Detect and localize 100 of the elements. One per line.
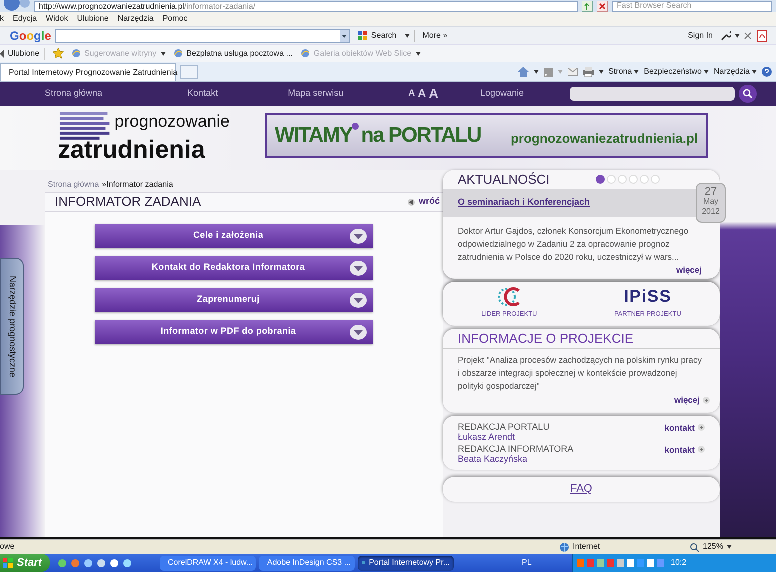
login-link[interactable]: Logowanie (480, 87, 524, 101)
wrench-icon[interactable] (721, 30, 731, 40)
plus-icon (698, 446, 705, 454)
command-menu[interactable]: Bezpieczeństwo (644, 66, 709, 78)
new-tab-button[interactable] (180, 65, 198, 79)
contact-link[interactable]: kontakt (664, 444, 705, 456)
command-menu[interactable]: Strona (608, 66, 640, 78)
project-text: Projekt "Analiza procesów zachodzących na polskim rynku pracy i obszarze integracji społecznej w kontekście prowadzonej polityki gospodarczej" (457, 354, 703, 393)
menu-item[interactable]: Widok (46, 13, 68, 25)
star-icon[interactable] (52, 48, 64, 59)
search-field[interactable]: Fast Browser Search (612, 0, 772, 12)
start-button[interactable]: Start (0, 554, 50, 572)
contact-link[interactable]: kontakt (664, 422, 705, 434)
banner-url: prognozowaniezatrudnienia.pl (510, 130, 698, 148)
taskbar-button[interactable]: Adobe InDesign CS3 ... (259, 556, 355, 570)
breadcrumb-link[interactable]: Strona główna (48, 179, 100, 191)
logo-text: zatrudnienia (58, 138, 206, 162)
back-icon[interactable] (4, 0, 30, 12)
status-text: owe (0, 541, 16, 553)
accordion-button[interactable]: Informator w PDF do pobrania (95, 320, 373, 344)
chevron-down-icon (350, 260, 367, 276)
favorite-link[interactable]: Bezpłatna usługa pocztowa ... (174, 48, 293, 60)
menu-item[interactable]: Ulubione (77, 13, 109, 25)
chevron-down-icon (350, 292, 367, 308)
font-size-button[interactable]: A (429, 84, 438, 104)
font-size-button[interactable]: A (418, 86, 426, 102)
sign-in-button[interactable]: Sign In (684, 30, 717, 42)
contact-name: Łukasz Arendt (458, 432, 516, 442)
side-tab[interactable]: Narzędzie prognostyczne (0, 258, 24, 395)
windows-logo-icon (3, 558, 13, 568)
dot-icon (352, 122, 360, 130)
security-zone: Internet (560, 541, 680, 553)
home-icon[interactable] (518, 67, 529, 77)
globe-icon (72, 49, 81, 58)
taskbar-button[interactable]: Portal Internetowy Pr... (358, 556, 454, 570)
menu-item[interactable]: Edycja (13, 13, 38, 25)
address-field[interactable]: http://www.prognozowaniezatrudnienia.pl/informator-zadania/ (34, 0, 578, 12)
date-year: 2012 (702, 207, 720, 217)
feed-icon[interactable] (544, 68, 553, 76)
more-link[interactable]: więcej (674, 392, 720, 412)
caret-icon[interactable] (634, 70, 640, 74)
search-field[interactable] (570, 87, 735, 101)
caret-icon[interactable] (534, 70, 539, 74)
close-icon[interactable] (597, 0, 608, 12)
chevron-down-icon (350, 324, 367, 340)
nav-link[interactable]: Mapa serwisu (288, 87, 344, 101)
language-indicator: PL (522, 557, 533, 569)
search-field[interactable] (55, 28, 350, 42)
nav-link[interactable]: Strona główna (45, 87, 103, 101)
back-link[interactable]: wróć (408, 195, 440, 209)
globe-icon (300, 49, 310, 58)
taskbar-button[interactable]: CorelDRAW X4 - ludw... (160, 556, 256, 570)
favorites-button[interactable]: Ulubione (0, 48, 45, 60)
caret-icon[interactable] (704, 70, 709, 74)
close-icon[interactable] (744, 32, 752, 40)
faq-link[interactable]: FAQ (570, 480, 592, 498)
globe-icon (560, 542, 569, 552)
back-arrow-icon (408, 198, 416, 206)
caret-icon[interactable] (404, 34, 410, 38)
help-icon[interactable] (762, 67, 772, 77)
print-icon[interactable] (582, 67, 594, 77)
caret-icon[interactable] (735, 34, 740, 38)
accordion-button[interactable]: Cele i założenia (95, 224, 373, 248)
search-icon[interactable] (739, 85, 757, 103)
accordion-button[interactable]: Zaprenumeruj (95, 288, 373, 312)
more-link[interactable]: więcej (676, 264, 720, 279)
menu-item[interactable]: Narzędzia (118, 13, 154, 25)
menu-item[interactable]: Pomoc (162, 13, 188, 25)
command-menu[interactable]: Narzędzia (714, 66, 757, 78)
refresh-icon[interactable] (582, 0, 593, 12)
logo-text: prognozowanie (114, 112, 230, 132)
browser-tab[interactable]: Portal Internetowy Prognozowanie Zatrudnienia (0, 63, 176, 81)
search-button[interactable]: Search (354, 30, 401, 42)
clock: 10:2 (671, 557, 687, 569)
page-title: INFORMATOR ZADANIA (55, 193, 202, 212)
chevron-down-icon (350, 228, 367, 244)
contact-name: Beata Kaczyńska (458, 454, 529, 464)
accordion-button[interactable]: Kontakt do Redaktora Informatora (95, 256, 373, 280)
stripes-icon (58, 112, 110, 140)
section-title: INFORMACJE O PROJEKCIE (443, 328, 720, 349)
caret-icon[interactable] (598, 70, 604, 74)
caret-icon[interactable] (727, 545, 732, 549)
font-size-button[interactable]: A (408, 87, 416, 101)
magnifier-icon (690, 542, 699, 552)
plus-icon (703, 396, 710, 404)
partner-logo: IPiSS (624, 287, 672, 308)
news-headline-link[interactable]: O seminariach i Konferencjach (458, 196, 590, 210)
date-day: 27 (704, 187, 718, 197)
mail-icon[interactable] (568, 68, 578, 76)
google-logo: Google (9, 28, 52, 44)
zoom-button[interactable]: 125% (690, 541, 732, 553)
caret-icon[interactable] (752, 70, 757, 74)
banner-title: WITAMY (275, 122, 352, 148)
pdf-icon[interactable] (756, 30, 768, 42)
contact-role: REDAKCJA INFORMATORA (458, 444, 575, 454)
menu-item[interactable]: k (0, 13, 4, 25)
plus-icon (698, 424, 705, 432)
nav-link[interactable]: Kontakt (188, 87, 218, 101)
more-button[interactable]: More » (418, 30, 452, 42)
section-title: AKTUALNOŚCI (458, 170, 550, 189)
